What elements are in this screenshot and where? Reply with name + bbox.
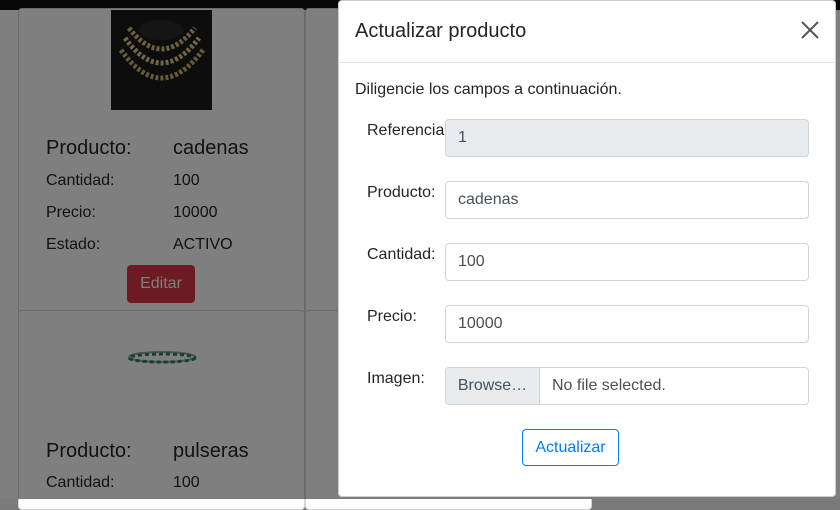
cantidad-input[interactable]	[445, 243, 809, 281]
close-button[interactable]	[797, 17, 823, 43]
close-icon	[801, 21, 819, 39]
referencia-label: Referencia	[367, 122, 445, 139]
referencia-input[interactable]	[445, 119, 809, 157]
browse-button[interactable]: Browse…	[446, 368, 540, 404]
imagen-label: Imagen:	[367, 370, 425, 387]
precio-input[interactable]	[445, 305, 809, 343]
producto-input[interactable]	[445, 181, 809, 219]
producto-label: Producto:	[367, 184, 436, 201]
modal-header: Actualizar producto	[339, 1, 835, 63]
update-button[interactable]: Actualizar	[522, 429, 619, 466]
precio-label: Precio:	[367, 308, 417, 325]
modal-title: Actualizar producto	[355, 20, 527, 42]
image-file-input[interactable]: Browse… No file selected.	[445, 367, 809, 405]
file-status-text: No file selected.	[552, 377, 666, 394]
modal-instructions: Diligencie los campos a continuación.	[355, 81, 622, 98]
cantidad-label: Cantidad:	[367, 246, 436, 263]
update-product-modal: Actualizar producto Diligencie los campo…	[338, 0, 836, 497]
